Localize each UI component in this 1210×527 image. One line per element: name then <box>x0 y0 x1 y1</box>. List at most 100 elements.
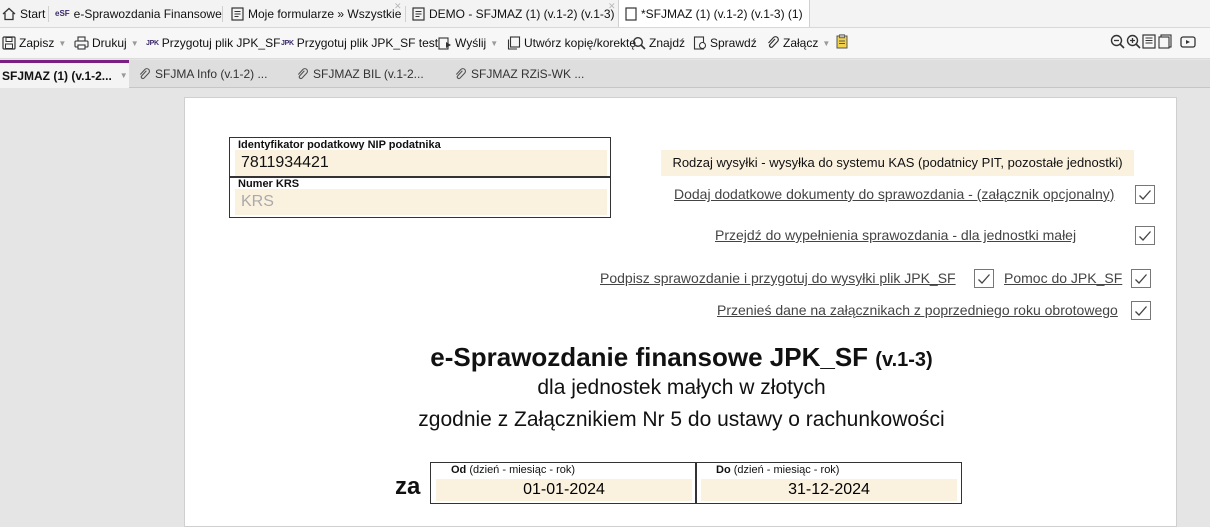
prepare-jpk-test-button[interactable]: JPK Przygotuj plik JPK_SF test <box>281 28 438 58</box>
tab-current-form-label: *SFJMAZ (1) (v.1-2) (v.1-3) (1) <box>641 6 803 21</box>
period-box: Od (dzień - miesiąc - rok) 01-01-2024 Do… <box>430 462 962 504</box>
tab-demo[interactable]: DEMO - SFJMAZ (1) (v.1-2) (v.1-3) ✕ <box>412 0 616 27</box>
subtab-label: SFJMAZ (1) (v.1-2... <box>2 68 112 83</box>
printer-icon <box>74 36 89 50</box>
tab-separator <box>48 6 49 22</box>
sign-report-link[interactable]: Podpisz sprawozdanie i przygotuj do wysy… <box>600 270 956 286</box>
search-icon <box>632 36 646 50</box>
tab-e-sprawozdania[interactable]: eSF e-Sprawozdania Finansowe <box>55 0 222 27</box>
prepare-jpk-test-label: Przygotuj plik JPK_SF test <box>296 36 439 50</box>
page-view-icon <box>1142 34 1156 52</box>
date-from-label: Od (dzień - miesiąc - rok) <box>451 464 575 476</box>
document-icon <box>625 6 637 21</box>
chevron-down-icon[interactable]: ▼ <box>490 39 498 48</box>
notes-button[interactable] <box>835 28 849 58</box>
tab-demo-label: DEMO - SFJMAZ (1) (v.1-2) (v.1-3) <box>429 6 615 21</box>
find-label: Znajdź <box>649 36 686 50</box>
jpk-icon: JPK <box>146 39 159 47</box>
fit-width-button[interactable] <box>1158 28 1172 58</box>
pages-icon <box>1158 34 1172 52</box>
attach-button[interactable]: Załącz ▼ <box>766 28 830 58</box>
tab-moje-formularze[interactable]: Moje formularze » Wszystkie ✕ <box>231 0 402 27</box>
page-subtitle-2: zgodnie z Załącznikiem Nr 5 do ustawy o … <box>418 408 945 431</box>
subtab-sfjmaz[interactable]: SFJMAZ (1) (v.1-2... ▼ <box>0 60 129 88</box>
zoom-out-icon <box>1110 34 1125 52</box>
check-icon <box>1139 189 1151 200</box>
main-toolbar: Zapisz ▼ Drukuj ▼ JPK Przygotuj plik JPK… <box>0 28 1210 59</box>
send-button[interactable]: Wyślij ▼ <box>438 28 498 58</box>
transfer-data-checkbox[interactable] <box>1131 301 1151 320</box>
paperclip-icon <box>766 36 780 50</box>
title-text: e-Sprawozdanie finansowe JPK_SF <box>430 342 869 372</box>
help-jpk-checkbox[interactable] <box>1131 269 1151 288</box>
paperclip-icon <box>454 67 467 81</box>
krs-field[interactable]: KRS <box>235 189 607 215</box>
check-button[interactable]: Sprawdź <box>693 28 757 58</box>
add-documents-checkbox[interactable] <box>1135 185 1155 204</box>
fit-page-button[interactable] <box>1142 28 1156 58</box>
fill-report-link[interactable]: Przejdź do wypełnienia sprawozdania - dl… <box>715 227 1076 243</box>
transfer-data-link[interactable]: Przenieś dane na załącznikach z poprzedn… <box>717 302 1118 318</box>
tab-current-form[interactable]: *SFJMAZ (1) (v.1-2) (v.1-3) (1) <box>618 0 810 27</box>
preview-button[interactable] <box>1180 28 1196 58</box>
form-page: Identyfikator podatkowy NIP podatnika 78… <box>184 97 1177 527</box>
form-subtabs: SFJMAZ (1) (v.1-2... ▼ SFJMA Info (v.1-2… <box>0 60 1210 88</box>
close-icon[interactable]: ✕ <box>394 1 402 12</box>
save-button[interactable]: Zapisz ▼ <box>2 28 66 58</box>
chevron-down-icon[interactable]: ▼ <box>131 39 139 48</box>
zoom-in-button[interactable] <box>1126 28 1141 58</box>
subtab-label: SFJMAZ RZiS-WK ... <box>471 67 585 81</box>
identification-box: Identyfikator podatkowy NIP podatnika 78… <box>229 137 611 218</box>
date-from-field[interactable]: 01-01-2024 <box>436 479 692 501</box>
prepare-jpk-button[interactable]: JPK Przygotuj plik JPK_SF <box>146 28 280 58</box>
save-icon <box>2 36 16 50</box>
chevron-down-icon[interactable]: ▼ <box>120 71 128 80</box>
form-icon <box>231 6 244 21</box>
date-from-hint: (dzień - miesiąc - rok) <box>469 464 576 476</box>
zoom-in-icon <box>1126 34 1141 52</box>
home-icon <box>2 7 16 21</box>
print-button[interactable]: Drukuj ▼ <box>74 28 139 58</box>
sign-report-checkbox[interactable] <box>974 269 994 288</box>
check-icon <box>1135 273 1147 284</box>
date-from-title: Od <box>451 464 467 476</box>
tab-separator <box>405 6 406 22</box>
send-label: Wyślij <box>455 36 487 50</box>
save-label: Zapisz <box>19 36 55 50</box>
print-label: Drukuj <box>92 36 127 50</box>
nip-field[interactable]: 7811934421 <box>235 150 607 176</box>
tab-moje-formularze-label: Moje formularze » Wszystkie <box>248 6 402 21</box>
add-documents-link[interactable]: Dodaj dodatkowe dokumenty do sprawozdani… <box>674 186 1114 202</box>
date-to-title: Do <box>716 464 731 476</box>
subtab-label: SFJMA Info (v.1-2) ... <box>155 67 268 81</box>
subtab-sfjma-info[interactable]: SFJMA Info (v.1-2) ... <box>138 60 267 88</box>
create-copy-button[interactable]: Utwórz kopię/korektę <box>507 28 636 58</box>
zoom-out-button[interactable] <box>1110 28 1125 58</box>
find-button[interactable]: Znajdź <box>632 28 685 58</box>
close-icon[interactable]: ✕ <box>608 1 616 12</box>
check-icon <box>1135 305 1147 316</box>
chevron-down-icon[interactable]: ▼ <box>822 39 830 48</box>
subtab-sfjmaz-rzis[interactable]: SFJMAZ RZiS-WK ... <box>454 60 584 88</box>
check-icon <box>1139 230 1151 241</box>
subtab-sfjmaz-bil[interactable]: SFJMAZ BIL (v.1-2... <box>296 60 424 88</box>
date-to-hint: (dzień - miesiąc - rok) <box>733 464 840 476</box>
help-jpk-link[interactable]: Pomoc do JPK_SF <box>1004 270 1122 286</box>
tab-start[interactable]: Start <box>2 0 45 27</box>
tab-e-sprawozdania-label: e-Sprawozdania Finansowe <box>73 6 222 21</box>
paperclip-icon <box>138 67 151 81</box>
date-to-field[interactable]: 31-12-2024 <box>701 479 957 501</box>
send-icon <box>438 36 452 50</box>
paperclip-icon <box>296 67 309 81</box>
chevron-down-icon[interactable]: ▼ <box>58 39 66 48</box>
check-label: Sprawdź <box>710 36 757 50</box>
send-type-field[interactable]: Rodzaj wysyłki - wysyłka do systemu KAS … <box>661 150 1134 176</box>
page-title: e-Sprawozdanie finansowe JPK_SF (v.1-3) <box>185 342 1178 373</box>
check-icon <box>978 273 990 284</box>
fill-report-checkbox[interactable] <box>1135 226 1155 245</box>
document-tab-bar: Start eSF e-Sprawozdania Finansowe Moje … <box>0 0 1210 28</box>
esf-icon: eSF <box>55 9 70 18</box>
create-copy-label: Utwórz kopię/korektę <box>524 36 637 50</box>
check-document-icon <box>693 36 707 50</box>
attach-label: Załącz <box>783 36 819 50</box>
